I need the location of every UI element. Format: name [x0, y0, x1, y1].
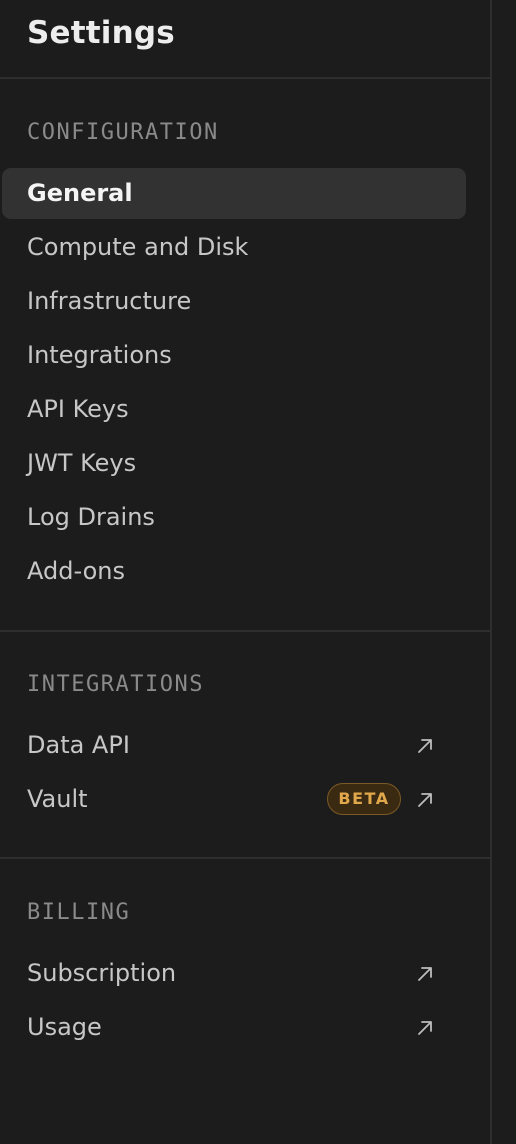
- settings-sidebar: Settings CONFIGURATION General Compute a…: [0, 0, 492, 1144]
- external-link-icon: [418, 967, 432, 981]
- section-heading-configuration: CONFIGURATION: [27, 120, 219, 145]
- sidebar-item-vault[interactable]: Vault BETA: [2, 774, 466, 825]
- external-link-icon: [418, 1021, 432, 1035]
- divider: [0, 630, 490, 632]
- sidebar-item-label: Infrastructure: [27, 287, 192, 315]
- sidebar-item-subscription[interactable]: Subscription: [2, 948, 466, 999]
- section-heading-billing: BILLING: [27, 900, 131, 925]
- sidebar-item-label: Usage: [27, 1013, 102, 1041]
- sidebar-item-integrations[interactable]: Integrations: [2, 330, 466, 381]
- sidebar-item-log-drains[interactable]: Log Drains: [2, 492, 466, 543]
- sidebar-item-label: Add-ons: [27, 557, 125, 585]
- page-title: Settings: [27, 15, 175, 51]
- divider: [0, 857, 490, 859]
- sidebar-item-jwt-keys[interactable]: JWT Keys: [2, 438, 466, 489]
- sidebar-item-label: Vault: [27, 785, 88, 813]
- external-link-icon: [418, 739, 432, 753]
- sidebar-item-usage[interactable]: Usage: [2, 1002, 466, 1053]
- beta-badge: BETA: [327, 783, 401, 815]
- external-link-icon: [418, 793, 432, 807]
- sidebar-item-label: General: [27, 179, 133, 207]
- sidebar-item-label: JWT Keys: [27, 449, 137, 477]
- sidebar-item-api-keys[interactable]: API Keys: [2, 384, 466, 435]
- section-heading-integrations: INTEGRATIONS: [27, 672, 204, 697]
- sidebar-item-general[interactable]: General: [2, 168, 466, 219]
- sidebar-item-data-api[interactable]: Data API: [2, 720, 466, 771]
- sidebar-item-label: Data API: [27, 731, 130, 759]
- sidebar-item-label: Integrations: [27, 341, 172, 369]
- sidebar-item-label: Log Drains: [27, 503, 155, 531]
- divider: [0, 77, 490, 79]
- sidebar-item-label: Compute and Disk: [27, 233, 249, 261]
- sidebar-item-add-ons[interactable]: Add-ons: [2, 546, 466, 597]
- sidebar-item-label: API Keys: [27, 395, 129, 423]
- sidebar-item-infrastructure[interactable]: Infrastructure: [2, 276, 466, 327]
- sidebar-item-label: Subscription: [27, 959, 177, 987]
- sidebar-item-compute-and-disk[interactable]: Compute and Disk: [2, 222, 466, 273]
